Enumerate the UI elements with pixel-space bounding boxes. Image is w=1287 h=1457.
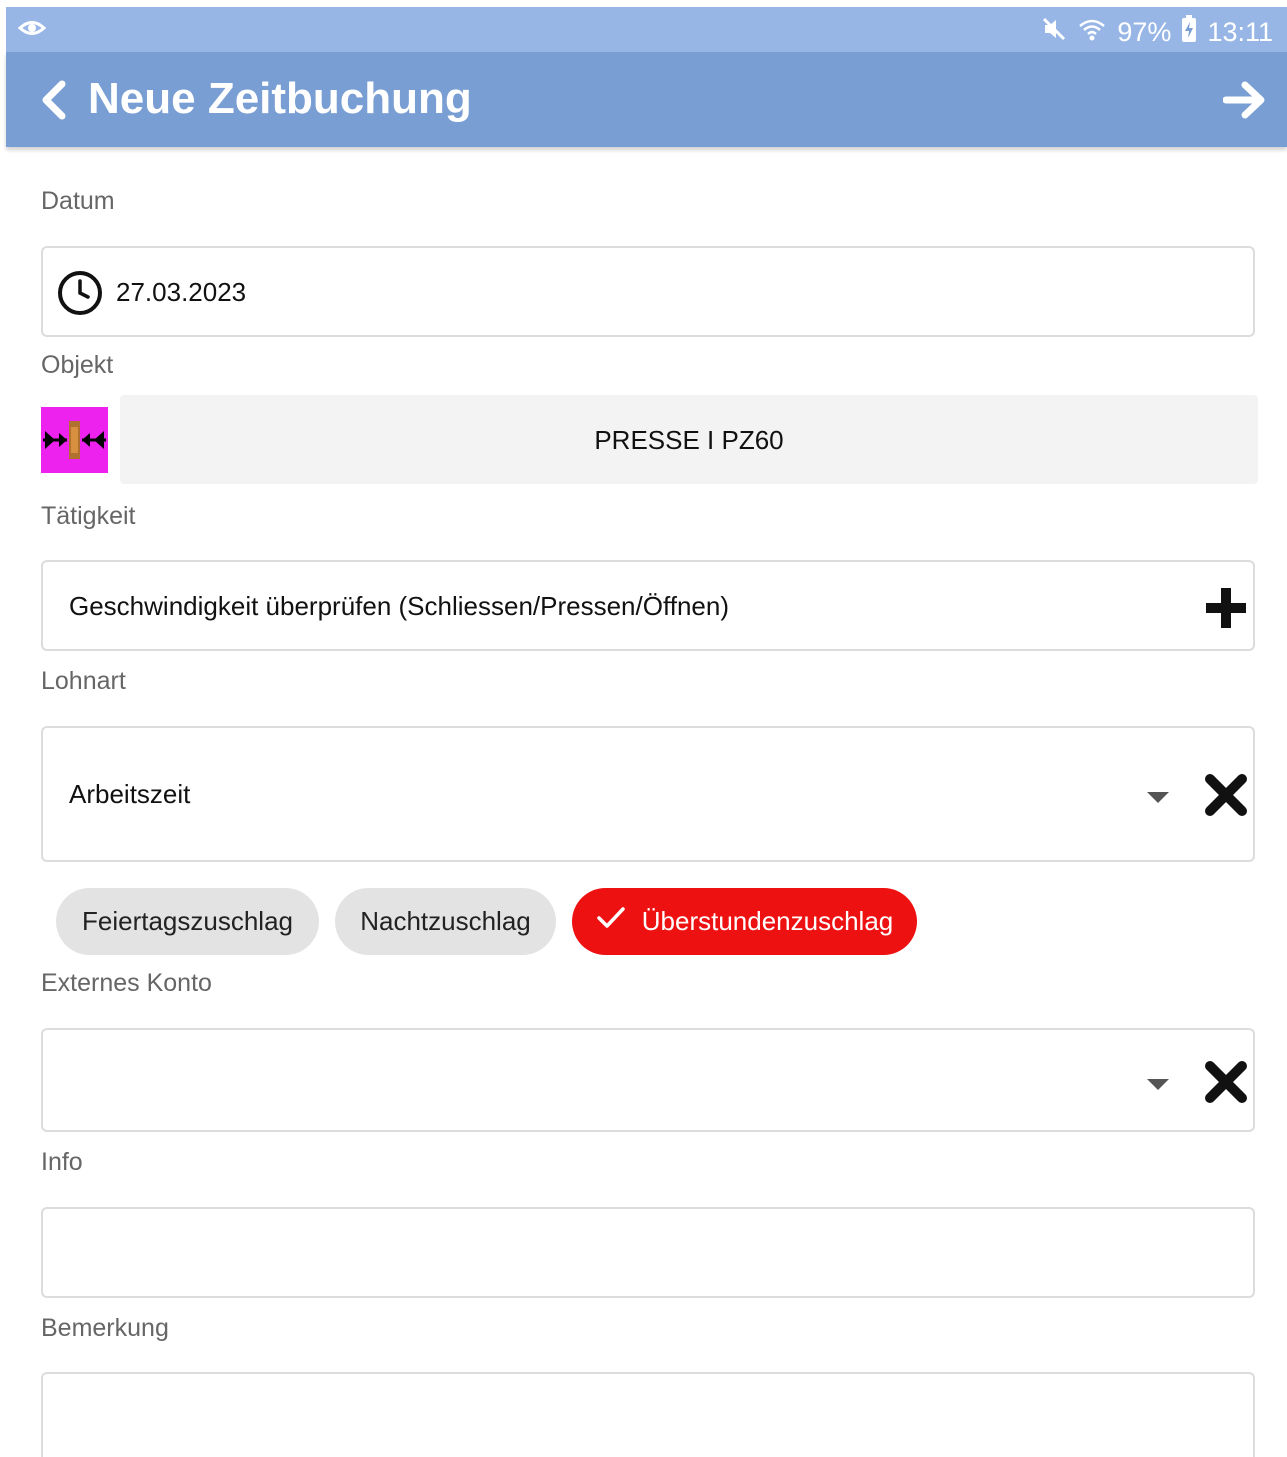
info-input[interactable] xyxy=(41,1207,1255,1298)
bemerkung-label: Bemerkung xyxy=(41,1314,169,1342)
status-bar: 97% 13:11 xyxy=(6,7,1287,52)
clock-time: 13:11 xyxy=(1207,17,1273,47)
eye-icon xyxy=(17,17,47,44)
info-label: Info xyxy=(41,1148,83,1176)
back-arrow-icon[interactable] xyxy=(38,80,68,125)
page-title: Neue Zeitbuchung xyxy=(88,74,472,123)
datum-label: Datum xyxy=(41,187,115,215)
lohnart-label: Lohnart xyxy=(41,667,126,695)
objekt-label: Objekt xyxy=(41,351,114,379)
chip-feiertagszuschlag[interactable]: Feiertagszuschlag xyxy=(56,888,319,955)
taetigkeit-label: Tätigkeit xyxy=(41,502,136,530)
taetigkeit-value: Geschwindigkeit überprüfen (Schliessen/P… xyxy=(69,591,729,621)
chevron-down-icon[interactable] xyxy=(1147,792,1169,803)
wifi-icon xyxy=(1077,16,1107,49)
add-icon[interactable] xyxy=(1204,586,1248,635)
clear-icon[interactable] xyxy=(1205,774,1247,821)
bemerkung-input[interactable] xyxy=(41,1372,1255,1457)
chevron-down-icon[interactable] xyxy=(1147,1079,1169,1090)
forward-arrow-icon[interactable] xyxy=(1222,80,1267,125)
chip-ueberstundenzuschlag[interactable]: Überstundenzuschlag xyxy=(572,888,917,955)
objekt-selector[interactable]: PRESSE I PZ60 xyxy=(120,395,1258,484)
chip-label: Überstundenzuschlag xyxy=(641,906,894,936)
externes-konto-label: Externes Konto xyxy=(41,969,212,997)
datum-value: 27.03.2023 xyxy=(116,277,247,307)
chip-label: Feiertagszuschlag xyxy=(82,906,293,936)
externes-konto-dropdown[interactable] xyxy=(41,1028,1255,1132)
clock-icon xyxy=(56,269,104,322)
lohnart-dropdown[interactable]: Arbeitszeit xyxy=(41,726,1255,862)
check-icon xyxy=(596,906,626,937)
mute-icon xyxy=(1041,16,1067,49)
chip-label: Nachtzuschlag xyxy=(360,906,531,936)
status-icons: 97% 13:11 xyxy=(1041,15,1273,50)
datum-field[interactable]: 27.03.2023 xyxy=(41,246,1255,337)
app-bar: Neue Zeitbuchung xyxy=(6,52,1287,147)
objekt-thumbnail xyxy=(41,407,108,473)
objekt-value: PRESSE I PZ60 xyxy=(594,425,784,455)
chip-nachtzuschlag[interactable]: Nachtzuschlag xyxy=(335,888,556,955)
clear-icon[interactable] xyxy=(1205,1061,1247,1108)
taetigkeit-field[interactable]: Geschwindigkeit überprüfen (Schliessen/P… xyxy=(41,560,1255,651)
lohnart-value: Arbeitszeit xyxy=(69,779,191,809)
battery-percent: 97% xyxy=(1117,17,1172,47)
battery-charging-icon xyxy=(1181,15,1197,50)
